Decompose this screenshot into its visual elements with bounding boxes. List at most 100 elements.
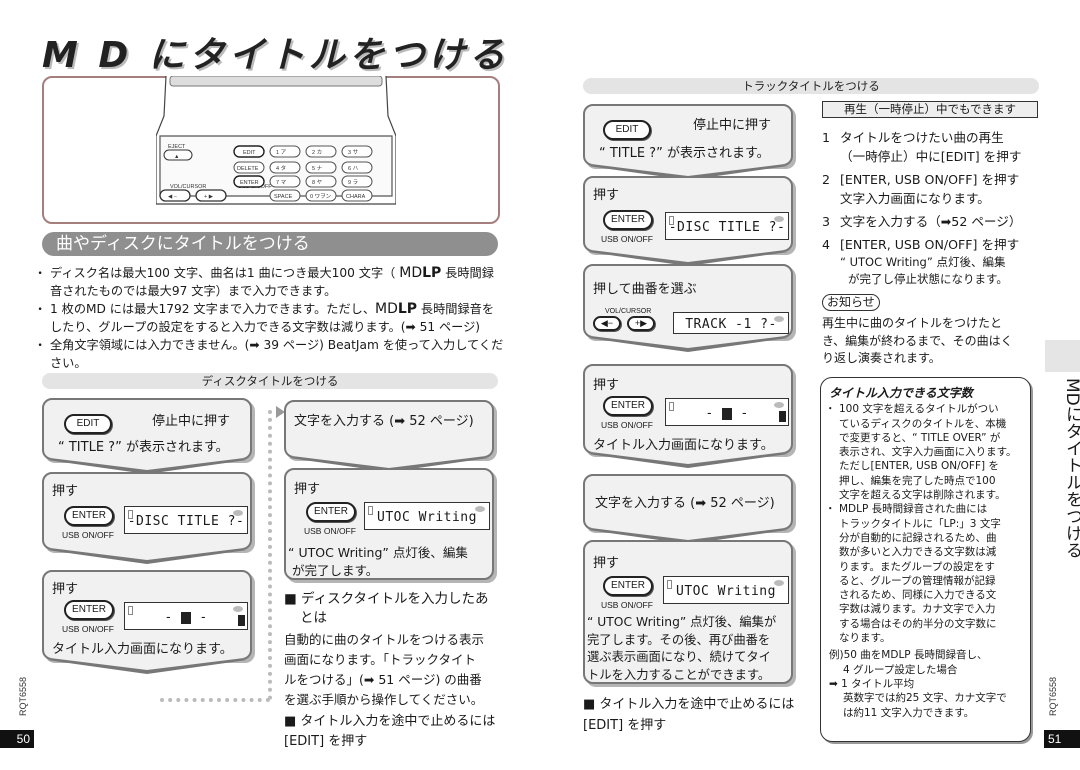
notice-line: 再生中に曲のタイトルをつけたと — [822, 316, 1003, 330]
lcd-display: TRACK -1 ?- — [673, 312, 789, 334]
svg-text:+ ▶: + ▶ — [204, 194, 214, 200]
info-example: 例)50 曲をMDLP 長時間録音し、 4 グループ設定した場合 ➡ 1 タイト… — [829, 649, 1007, 719]
cursor-block — [722, 407, 732, 420]
disc-icon — [475, 506, 485, 512]
playback-step: 1 タイトルをつけたい曲の再生 （一時停止）中に[EDIT] を押す — [822, 130, 1022, 164]
svg-text:4 タ: 4 タ — [276, 164, 286, 172]
model-code: RQT6558 — [18, 676, 28, 716]
cursor-left-button[interactable]: ◀− — [593, 316, 621, 331]
note-title: ■ タイトル入力を途中で止めるには — [284, 714, 496, 729]
heading-line: ■ ディスクタイトルを入力したあ — [284, 591, 489, 607]
svg-text:5 ナ: 5 ナ — [312, 165, 323, 172]
battery-icon — [667, 580, 672, 589]
body-line: を選ぶ手順から操作してください。 — [284, 692, 484, 707]
track-title-subheader: トラックタイトルをつける — [583, 78, 1039, 94]
button-sublabel: USB ON/OFF — [304, 526, 356, 536]
track-step-confirm: 押す ENTER USB ON/OFF UTOC Writing “ UTOC … — [583, 540, 793, 684]
edit-button[interactable]: EDIT — [603, 120, 651, 140]
track-stop-note: ■ タイトル入力を途中で止めるには [EDIT] を押す — [583, 694, 794, 736]
disc-step-enter-2: 押す ENTER USB ON/OFF - - タイトル入力画面になります。 — [42, 570, 252, 660]
body-line: 自動的に曲のタイトルをつける表示 — [284, 632, 485, 647]
model-code: RQT6558 — [1048, 676, 1058, 716]
svg-text:3 サ: 3 サ — [348, 149, 359, 156]
flow-connector — [160, 698, 270, 702]
enter-button[interactable]: ENTER — [306, 502, 356, 522]
svg-text:8 ヤ: 8 ヤ — [312, 180, 323, 186]
track-step-enter: 押す ENTER USB ON/OFF -DISC TITLE ?- — [583, 176, 793, 252]
disc-icon — [233, 510, 243, 516]
button-sublabel: USB ON/OFF — [601, 420, 653, 430]
edit-button[interactable]: EDIT — [64, 414, 112, 434]
side-title: MDにタイトルをつける — [1062, 378, 1080, 559]
svg-text:EDIT: EDIT — [243, 150, 256, 156]
button-sublabel: VOL/CURSOR — [605, 308, 652, 315]
flow-connector — [268, 410, 272, 700]
svg-text:1 ア: 1 ア — [276, 149, 287, 156]
bullet-item: 1 枚のMD には最大1792 文字まで入力できます。ただし、MDLP 長時間録… — [34, 300, 506, 336]
bullet-item: ディスク名は最大100 文字、曲名は1 曲につき最大100 文字（ MDLP 長… — [34, 264, 506, 300]
disc-step-enter: 押す ENTER USB ON/OFF -DISC TITLE ?- — [42, 472, 252, 550]
track-step-select: 押して曲番を選ぶ VOL/CURSOR ◀− +▶ TRACK -1 ?- — [583, 264, 793, 338]
step-result: “ UTOC Writing” 点灯後、編集が 完了します。その後、再び曲番を … — [587, 614, 776, 684]
button-sublabel: USB ON/OFF — [62, 530, 114, 540]
lcd-display: UTOC Writing — [364, 502, 490, 530]
cursor-right-button[interactable]: +▶ — [627, 316, 655, 331]
disc-icon — [774, 316, 784, 322]
lcd-display: UTOC Writing — [663, 576, 789, 604]
enter-button[interactable]: ENTER — [64, 600, 114, 620]
side-index-tab — [1045, 340, 1080, 372]
svg-text:◀ −: ◀ − — [168, 194, 177, 200]
svg-text:▲: ▲ — [174, 154, 179, 160]
step-text: 文字を入力する (➡ 52 ページ) — [595, 496, 775, 511]
character-limit-info-box: タイトル入力できる文字数 100 文字を超えるタイトルがついているディスクのタイ… — [820, 377, 1031, 742]
step-result: タイトル入力画面になります。 — [52, 642, 233, 657]
body-line: 画面になります。「トラックタイト — [284, 652, 477, 667]
enter-button[interactable]: ENTER — [603, 210, 653, 230]
result-line: トルを入力することができます。 — [587, 667, 771, 682]
lcd-display: -DISC TITLE ?- — [124, 506, 248, 534]
battery-icon — [128, 510, 133, 519]
step-label: 押す — [294, 482, 321, 497]
enter-button[interactable]: ENTER — [603, 576, 653, 596]
lcd-text: UTOC Writing — [377, 510, 477, 525]
notice-line: き、編集が終わるまで、その曲はく — [822, 333, 1013, 348]
page-number-right: 51 — [1044, 730, 1080, 748]
result-line: 選ぶ表示画面になり、続けてタイ — [587, 650, 771, 664]
page-number-left: 50 — [0, 730, 34, 748]
step-label: 押す — [52, 484, 79, 499]
remote-keypad-illustration: EJECT ▲ VOL/CURSOR USB ON/OFF ◀ − + ▶ ED… — [156, 76, 396, 205]
after-disc-title-heading: ■ ディスクタイトルを入力したあ とは — [284, 590, 489, 628]
track-step-enter-2: 押す ENTER USB ON/OFF - - タイトル入力画面になります。 — [583, 364, 793, 454]
step-result: が完了します。 — [292, 563, 379, 578]
battery-icon — [669, 402, 674, 411]
svg-text:DELETE: DELETE — [237, 166, 259, 172]
enter-button[interactable]: ENTER — [64, 506, 114, 526]
step-label: 押す — [52, 582, 79, 597]
lcd-text: -DISC TITLE ?- — [668, 220, 786, 235]
notice-label: お知らせ — [822, 294, 880, 311]
step-label: 押す — [593, 378, 620, 393]
notice-line: り返し演奏されます。 — [822, 351, 941, 365]
disc-stop-note: ■ タイトル入力を途中で止めるには [EDIT] を押す — [284, 712, 495, 752]
bullet-item: 全角文字領域には入力できません。(➡ 39 ページ) BeatJam を使って入… — [34, 336, 506, 372]
disc-icon — [774, 580, 784, 586]
enter-button[interactable]: ENTER — [603, 396, 653, 416]
step-result: タイトル入力画面になります。 — [593, 438, 774, 453]
note-body: [EDIT] を押す — [583, 718, 667, 733]
disc-icon — [774, 402, 784, 408]
step-text: 文字を入力する (➡ 52 ページ) — [294, 414, 474, 429]
cursor-block — [181, 611, 191, 624]
heading-line: とは — [300, 610, 327, 626]
playback-steps: 1 タイトルをつけたい曲の再生 （一時停止）中に[EDIT] を押す 2 [ENTER… — [822, 128, 1040, 288]
step-label: 押す — [593, 556, 620, 571]
mark-icon — [238, 615, 245, 626]
body-line: ルをつける」(➡ 51 ページ) の曲番 — [284, 672, 482, 687]
battery-icon — [368, 506, 373, 515]
svg-text:7 マ: 7 マ — [276, 179, 287, 186]
svg-text:EJECT: EJECT — [168, 144, 186, 150]
info-item: MDLP 長時間録音された曲にはトラックタイトルに「LP:」3 文字分が自動的に… — [825, 502, 1022, 645]
lcd-text: TRACK -1 ?- — [685, 317, 777, 332]
intro-bullets: ディスク名は最大100 文字、曲名は1 曲につき最大100 文字（ MDLP 長… — [34, 264, 506, 372]
playback-step: 4 [ENTER, USB ON/OFF] を押す “ UTOC Writing”… — [822, 237, 1020, 286]
info-item: 100 文字を超えるタイトルがついているディスクのタイトルを、本機で変更すると、… — [825, 402, 1022, 502]
